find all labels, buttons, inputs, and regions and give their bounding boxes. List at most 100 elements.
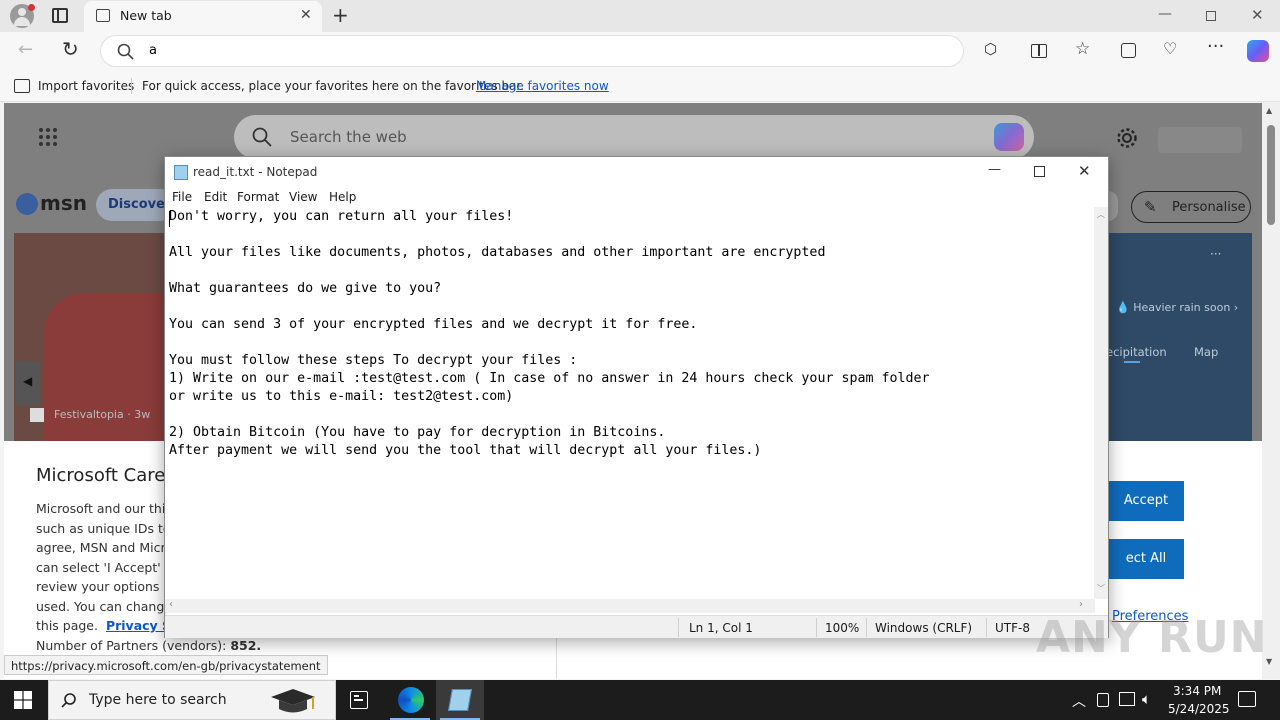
- taskbar-notepad-button[interactable]: [436, 680, 484, 720]
- source-logo-icon: [30, 408, 44, 422]
- copilot-icon[interactable]: [1247, 40, 1269, 62]
- profile-avatar[interactable]: [10, 4, 35, 28]
- taskbar-search-box[interactable]: Type here to search: [48, 680, 336, 720]
- text-cursor: [169, 211, 170, 227]
- volume-icon[interactable]: 🔈︎: [1142, 690, 1151, 708]
- hero-source: Festivaltopia · 3w: [54, 408, 151, 421]
- status-separator: [866, 618, 867, 637]
- taskbar-search-icon: [61, 693, 76, 708]
- address-bar[interactable]: a: [100, 35, 964, 67]
- text-line: or write us to this e-mail: test2@test.c…: [169, 389, 514, 404]
- status-line-ending: Windows (CRLF): [875, 621, 973, 635]
- show-hidden-icons-chevron[interactable]: ︿: [1072, 691, 1086, 711]
- notepad-scroll-down-icon[interactable]: ﹀: [1097, 583, 1105, 594]
- browser-essentials-icon[interactable]: ♡: [1163, 39, 1177, 58]
- apps-grid-icon[interactable]: [38, 127, 58, 147]
- text-line: What guarantees do we give to you?: [169, 281, 442, 296]
- weather-tab-map[interactable]: Map: [1194, 345, 1218, 359]
- carousel-prev-button[interactable]: ◀: [16, 361, 40, 405]
- notepad-scroll-up-icon[interactable]: ︿: [1097, 209, 1105, 220]
- status-separator: [986, 618, 987, 637]
- notepad-menubar: File Edit Format View Help: [165, 187, 1108, 207]
- text-line: All your files like documents, photos, d…: [169, 245, 826, 260]
- collections-icon[interactable]: [1121, 43, 1136, 58]
- notepad-horizontal-scrollbar[interactable]: ‹ ›: [165, 599, 1095, 613]
- favorites-bar: Import favorites For quick access, place…: [0, 70, 1280, 102]
- taskbar-edge-button[interactable]: [386, 680, 434, 720]
- notepad-scroll-right-icon[interactable]: ›: [1079, 599, 1083, 610]
- device-icon[interactable]: [1097, 693, 1109, 707]
- msn-search-box[interactable]: Search the web: [234, 115, 1034, 159]
- menu-view[interactable]: View: [289, 190, 317, 204]
- notifications-icon[interactable]: [1238, 691, 1256, 707]
- more-options-icon[interactable]: ···: [1207, 36, 1224, 57]
- personalise-button[interactable]: ✎ Personalise: [1131, 191, 1251, 223]
- notepad-vertical-scrollbar[interactable]: ︿ ﹀: [1094, 207, 1108, 599]
- notepad-text-area[interactable]: Don't worry, you can return all your fil…: [165, 207, 1095, 599]
- text-line: 2) Obtain Bitcoin (You have to pay for d…: [169, 425, 666, 440]
- windows-start-icon[interactable]: [14, 691, 32, 709]
- menu-help[interactable]: Help: [329, 190, 356, 204]
- weather-tab-precipitation[interactable]: ecipitation: [1106, 345, 1167, 359]
- graduation-cap-icon: [267, 685, 325, 717]
- taskbar: Type here to search ︿ 🔈︎ 3:34 PM 5/24/20…: [0, 680, 1280, 720]
- scrollbar-thumb[interactable]: [1267, 125, 1275, 225]
- hero-card[interactable]: ◀ Festivaltopia · 3w: [14, 233, 184, 443]
- import-favorites-button[interactable]: Import favorites: [38, 79, 134, 93]
- address-input-value[interactable]: a: [149, 43, 157, 58]
- notepad-app-icon: [174, 165, 188, 180]
- task-view-icon[interactable]: [350, 691, 368, 709]
- taskbar-search-placeholder: Type here to search: [89, 692, 227, 708]
- settings-gear-icon[interactable]: [1116, 127, 1138, 149]
- notepad-minimize-icon[interactable]: —: [988, 162, 1001, 177]
- manage-favorites-link[interactable]: Manage favorites now: [476, 79, 609, 93]
- notepad-maximize-icon[interactable]: [1034, 166, 1045, 177]
- import-favorites-icon: [14, 79, 30, 93]
- notepad-taskbar-icon: [448, 689, 472, 711]
- tab-new-tab[interactable]: New tab ✕: [84, 1, 322, 32]
- new-tab-page-icon: [96, 9, 110, 22]
- text-line: You must follow these steps To decrypt y…: [169, 353, 578, 368]
- reject-all-button[interactable]: ect All: [1108, 539, 1184, 579]
- accept-button[interactable]: Accept: [1108, 481, 1184, 521]
- edge-icon: [398, 687, 424, 713]
- refresh-icon[interactable]: ↻: [62, 37, 79, 61]
- notepad-close-icon[interactable]: ✕: [1078, 162, 1091, 180]
- clock-date[interactable]: 5/24/2025: [1168, 702, 1230, 716]
- network-icon[interactable]: [1119, 692, 1135, 706]
- text-line: You can send 3 of your encrypted files a…: [169, 317, 698, 332]
- notepad-titlebar[interactable]: read_it.txt - Notepad — ✕: [165, 157, 1108, 187]
- weather-more-icon[interactable]: ···: [1210, 247, 1221, 261]
- favorites-star-icon[interactable]: ☆: [1075, 39, 1090, 59]
- page-scrollbar[interactable]: ▲ ▼: [1262, 103, 1280, 679]
- clock-time[interactable]: 3:34 PM: [1173, 684, 1221, 698]
- privacy-divider: [556, 637, 557, 679]
- scroll-up-arrow-icon[interactable]: ▲: [1266, 106, 1272, 115]
- text-line: Don't worry, you can return all your fil…: [169, 209, 514, 224]
- msn-search-placeholder: Search the web: [290, 128, 407, 146]
- split-screen-icon[interactable]: [1031, 44, 1047, 58]
- notepad-scroll-left-icon[interactable]: ‹: [169, 599, 173, 610]
- close-tab-icon[interactable]: ✕: [300, 7, 312, 23]
- extensions-icon[interactable]: ⬡: [984, 40, 997, 58]
- msn-copilot-icon[interactable]: [994, 123, 1024, 151]
- text-line: After payment we will send you the tool …: [169, 443, 762, 458]
- tab-actions-icon[interactable]: [52, 8, 68, 23]
- privacy-title: Microsoft Care: [36, 465, 166, 486]
- back-arrow-icon[interactable]: ←: [18, 39, 33, 60]
- personalise-pen-icon: ✎: [1144, 198, 1157, 216]
- search-icon: [117, 43, 134, 60]
- menu-format[interactable]: Format: [237, 190, 279, 204]
- anyrun-watermark: ANY RUN: [1036, 612, 1268, 663]
- menu-file[interactable]: File: [172, 190, 192, 204]
- notepad-window[interactable]: read_it.txt - Notepad — ✕ File Edit Form…: [164, 156, 1109, 638]
- new-tab-plus-icon[interactable]: +: [332, 3, 349, 27]
- sign-in-button[interactable]: [1158, 127, 1242, 153]
- text-line: 1) Write on our e-mail :test@test.com ( …: [169, 371, 930, 386]
- weather-card[interactable]: ··· 💧 Heavier rain soon › ecipitation Ma…: [1106, 233, 1252, 441]
- menu-edit[interactable]: Edit: [204, 190, 227, 204]
- restore-icon[interactable]: [1206, 11, 1216, 21]
- weather-alert[interactable]: 💧 Heavier rain soon ›: [1116, 301, 1238, 314]
- minimize-icon[interactable]: —: [1158, 6, 1172, 22]
- close-window-icon[interactable]: ✕: [1251, 6, 1264, 24]
